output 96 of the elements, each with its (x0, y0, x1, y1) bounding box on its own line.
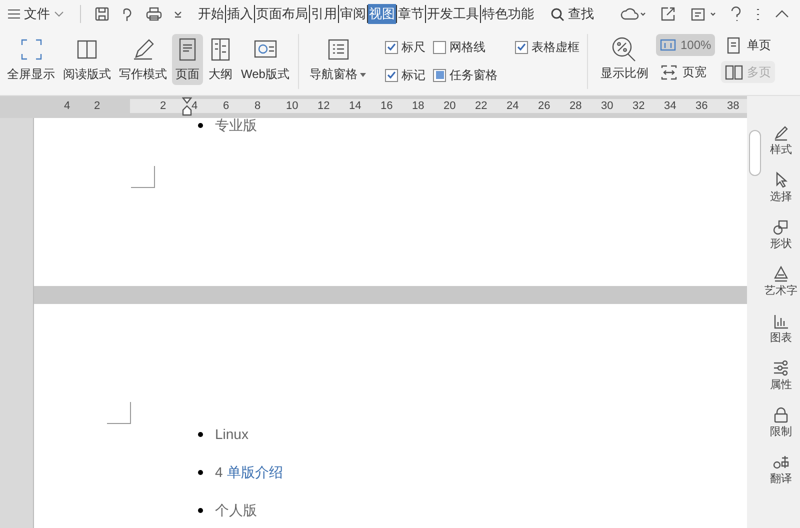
ribbon-tab[interactable]: 章节 (397, 4, 425, 24)
chevron-down-icon (54, 11, 64, 17)
ruler-number: 38 (727, 99, 740, 114)
checkbox[interactable] (433, 40, 446, 54)
ruler-number: 4 (64, 99, 70, 114)
checkbox[interactable] (385, 40, 398, 54)
shapes-icon (772, 218, 790, 236)
search-icon (551, 8, 564, 20)
save-icon (94, 6, 110, 22)
bullet-icon (198, 470, 203, 474)
list-item-text: 个人版 (215, 500, 257, 520)
ribbon-tab[interactable]: 审阅 (339, 4, 367, 24)
bullet-icon (198, 123, 203, 128)
view-mode-button[interactable]: Web版式 (238, 34, 292, 85)
frame-icon (690, 6, 716, 22)
margin-corner (107, 402, 131, 424)
translate-icon (772, 453, 790, 471)
scrollbar-thumb[interactable] (748, 130, 760, 176)
ruler-number: 14 (349, 99, 362, 114)
ruler-number: 30 (601, 99, 614, 114)
page-mode-button[interactable]: 单页 (721, 34, 776, 56)
fullscreen-icon (18, 37, 44, 62)
help-icon (730, 6, 742, 22)
list-item-text: 专业版 (215, 118, 257, 135)
ruler-number: 10 (286, 99, 298, 114)
one-to-one-icon (660, 39, 676, 51)
view-mode-button[interactable]: 阅读版式 (60, 34, 114, 85)
print-icon (146, 6, 162, 22)
ribbon-tab[interactable]: 特色功能 (481, 4, 535, 24)
ruler-number: 16 (380, 99, 393, 114)
ruler-number: 4 (192, 99, 198, 114)
sidebar-tool-button[interactable]: 样式 (770, 124, 792, 157)
ruler-number: 18 (412, 99, 424, 114)
menu-icon (8, 9, 20, 19)
checkbox-option[interactable]: 表格虚框 (515, 38, 580, 56)
lock-icon (772, 406, 790, 424)
ruler-number: 12 (318, 99, 330, 114)
checkbox-option[interactable]: 标记 (385, 66, 426, 84)
view-mode-button[interactable]: 大纲 (205, 34, 236, 85)
dropdown-icon (173, 9, 183, 19)
sidebar-tool-button[interactable]: 属性 (770, 359, 792, 392)
checkbox-option[interactable]: 标尺 (385, 38, 426, 56)
width-page-icon (660, 64, 678, 80)
checkbox[interactable] (385, 68, 398, 82)
multi-page-icon (725, 64, 744, 80)
zoom-button[interactable]: 显示比例 (596, 28, 652, 95)
art-icon (772, 265, 790, 283)
ruler-number: 6 (223, 99, 230, 114)
search-button[interactable]: 查找 (551, 4, 594, 24)
sidebar-tool-button[interactable]: 艺术字 (764, 265, 798, 298)
list-icon (326, 37, 351, 62)
sidebar-tool-button[interactable]: 图表 (770, 312, 792, 345)
ruler-number: 28 (570, 99, 582, 114)
margin-corner (131, 166, 155, 188)
ruler-number: 24 (506, 99, 519, 114)
ruler-number: 34 (664, 99, 676, 114)
ruler-number: 26 (538, 99, 550, 114)
view-mode-button[interactable]: 全屏显示 (4, 34, 58, 85)
chart-icon (772, 312, 790, 330)
ruler-number: 2 (94, 99, 100, 114)
file-menu[interactable]: 文件 (0, 2, 72, 26)
ribbon-tab[interactable]: 页面布局 (255, 4, 309, 24)
ribbon-tab[interactable]: 插入 (226, 4, 254, 24)
page-mode-button[interactable]: 页宽 (656, 61, 716, 83)
ribbon-tab[interactable]: 视图 (368, 4, 396, 24)
sidebar-tool-button[interactable]: 限制 (770, 406, 792, 439)
view-mode-button[interactable]: 页面 (172, 34, 203, 85)
checkbox[interactable] (515, 40, 528, 54)
ruler-number: 22 (475, 99, 488, 114)
ribbon-tab[interactable]: 引用 (310, 4, 338, 24)
heading-link[interactable]: 单版介绍 (226, 462, 283, 482)
checkbox-option[interactable]: 网格线 (433, 38, 498, 56)
nav-pane-button[interactable]: 导航窗格 (305, 28, 372, 95)
ruler-number: 2 (160, 99, 166, 114)
ribbon-tab[interactable]: 开始 (197, 4, 225, 24)
ruler-number: 8 (254, 99, 261, 114)
sidebar-tool-button[interactable]: 翻译 (770, 453, 792, 486)
list-item-text: Linux (215, 424, 248, 444)
sliders-icon (772, 359, 790, 377)
sidebar-tool-button[interactable]: 选择 (770, 171, 792, 204)
checkbox[interactable] (433, 68, 446, 82)
ruler-number: 32 (632, 99, 645, 114)
list-number: 4 (215, 462, 223, 482)
checkbox-option[interactable]: 任务窗格 (433, 66, 498, 84)
cloud-icon (620, 6, 646, 22)
share-icon (660, 6, 676, 22)
brush-icon (772, 124, 790, 142)
bullet-icon (198, 432, 203, 436)
ruler-number: 36 (696, 99, 708, 114)
zoom-100-button[interactable]: 100% (656, 34, 716, 56)
view-mode-button[interactable]: 写作模式 (116, 34, 170, 85)
ribbon-tab[interactable]: 开发工具 (426, 4, 480, 24)
ruler-number: 20 (444, 99, 456, 114)
bullet-icon (198, 508, 203, 512)
sidebar-tool-button[interactable]: 形状 (770, 218, 792, 251)
caret-icon (359, 72, 368, 78)
